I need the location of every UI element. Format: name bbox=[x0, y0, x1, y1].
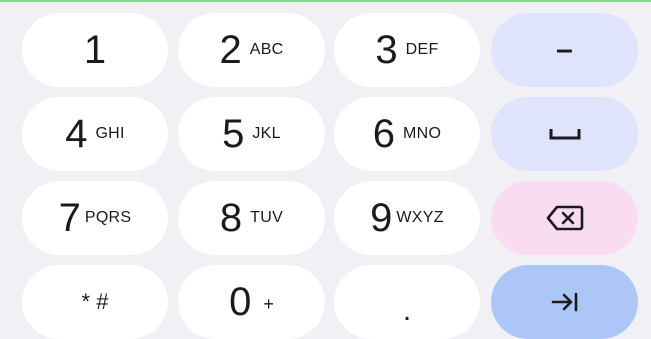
backspace-icon bbox=[545, 204, 585, 232]
key-3[interactable]: 3 DEF bbox=[334, 13, 480, 87]
star-hash-label: * # bbox=[81, 289, 109, 314]
key-6[interactable]: 6 MNO bbox=[334, 97, 480, 171]
backspace-key[interactable] bbox=[491, 181, 638, 255]
key-letters: ABC bbox=[249, 41, 284, 58]
key-letters: JKL bbox=[252, 125, 281, 142]
key-digit: 6 bbox=[372, 112, 395, 156]
key-digit: 3 bbox=[375, 28, 398, 72]
key-8[interactable]: 8 TUV bbox=[178, 181, 325, 255]
minus-label: – bbox=[556, 33, 573, 66]
key-letters: TUV bbox=[250, 209, 284, 226]
period-key[interactable]: . bbox=[334, 265, 480, 339]
period-label: . bbox=[402, 294, 412, 327]
key-letters: PQRS bbox=[84, 209, 132, 226]
key-digit: 8 bbox=[219, 196, 243, 240]
next-key[interactable] bbox=[491, 265, 638, 339]
key-digit: 0 bbox=[229, 280, 252, 324]
key-4[interactable]: 4 GHI bbox=[22, 97, 168, 171]
key-digit: 9 bbox=[370, 196, 393, 240]
tab-next-icon bbox=[550, 291, 580, 313]
space-bar-icon bbox=[548, 127, 582, 141]
key-1[interactable]: 1 bbox=[22, 13, 168, 87]
key-2[interactable]: 2 ABC bbox=[178, 13, 325, 87]
key-7[interactable]: 7 PQRS bbox=[22, 181, 168, 255]
key-9[interactable]: 9 WXYZ bbox=[334, 181, 480, 255]
key-letters: MNO bbox=[403, 125, 442, 142]
numeric-keypad: 1 2 ABC 3 DEF – 4 GHI 5 JKL 6 MNO 7 PQRS… bbox=[0, 0, 651, 339]
star-hash-key[interactable]: * # bbox=[22, 265, 168, 339]
key-digit: 5 bbox=[222, 112, 245, 156]
key-0[interactable]: 0 + bbox=[178, 265, 325, 339]
key-letters: + bbox=[263, 293, 274, 314]
key-digit: 7 bbox=[58, 196, 81, 240]
space-key[interactable] bbox=[491, 97, 638, 171]
key-digit: 2 bbox=[219, 28, 242, 72]
key-letters: GHI bbox=[95, 125, 125, 142]
minus-key[interactable]: – bbox=[491, 13, 638, 87]
key-5[interactable]: 5 JKL bbox=[178, 97, 325, 171]
key-letters: WXYZ bbox=[396, 209, 444, 226]
key-digit: 4 bbox=[65, 112, 88, 156]
key-digit: 1 bbox=[83, 28, 107, 72]
key-letters: DEF bbox=[405, 41, 439, 58]
